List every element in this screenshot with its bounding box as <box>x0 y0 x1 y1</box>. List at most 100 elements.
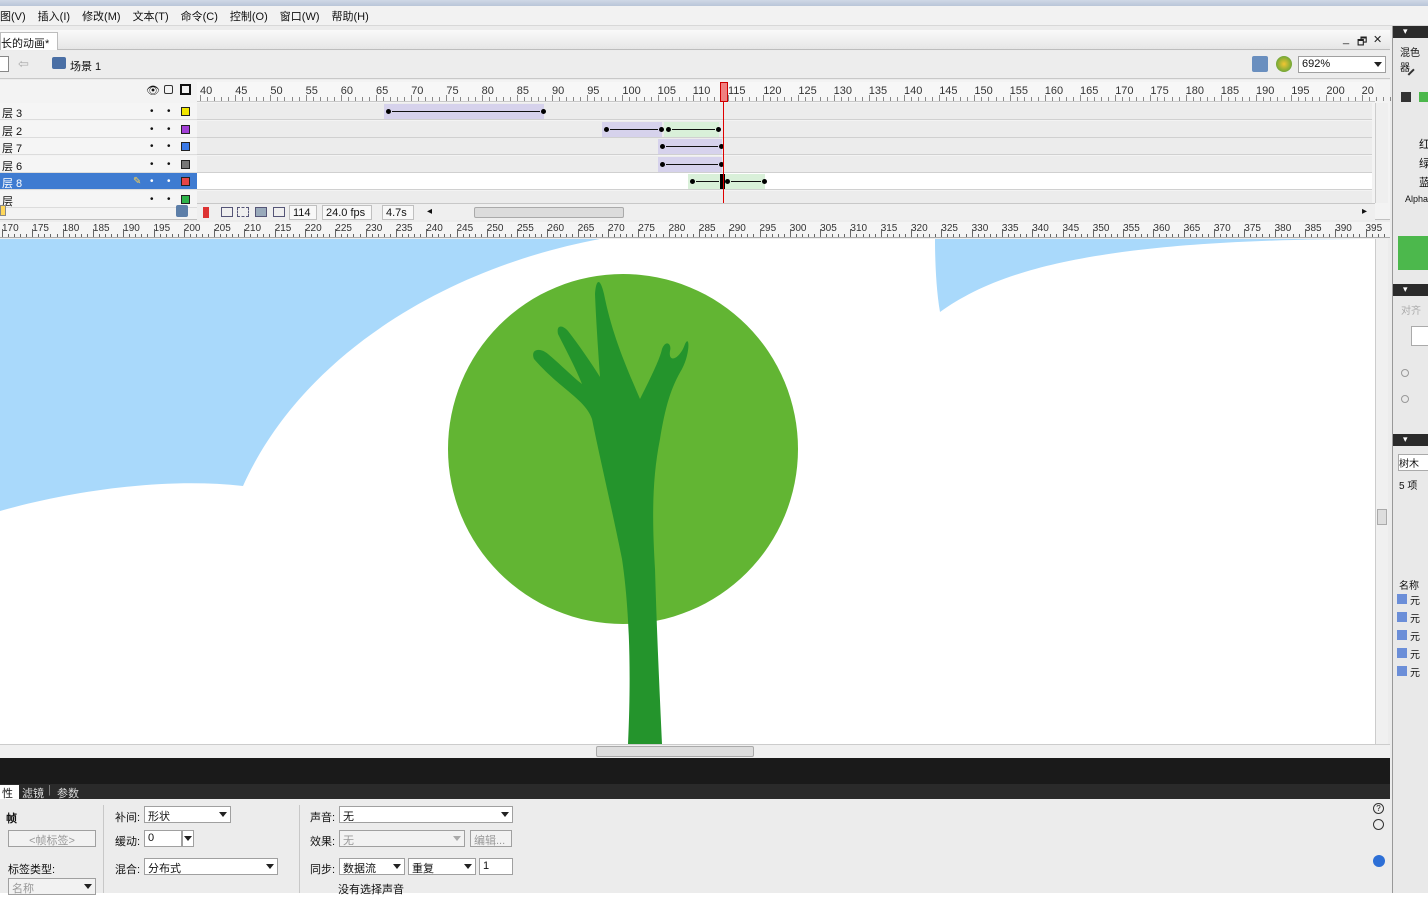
layer-color-swatch[interactable] <box>181 142 190 151</box>
onion-skin-icon[interactable] <box>221 207 233 217</box>
frame-rate[interactable]: 24.0 fps <box>322 205 372 220</box>
layer-toggle-dot[interactable]: • <box>167 124 171 135</box>
layer-frames[interactable] <box>197 121 1372 138</box>
stage-vscroll-thumb[interactable] <box>1377 509 1387 525</box>
timeline-vscroll[interactable] <box>1375 103 1388 203</box>
library-header[interactable]: ▾ <box>1393 434 1428 446</box>
onion-markers-icon[interactable] <box>273 207 285 217</box>
lock-icon[interactable] <box>164 85 173 94</box>
layer-toggle-dot[interactable]: • <box>150 176 154 187</box>
ease-slider-button[interactable] <box>182 830 194 847</box>
layer-row[interactable]: 层 7•• <box>0 138 197 155</box>
stage-hscroll-thumb[interactable] <box>596 746 754 757</box>
layer-row[interactable]: 层•• <box>0 191 197 208</box>
scroll-right-icon[interactable]: ▸ <box>1362 206 1367 217</box>
layer-frames[interactable] <box>197 103 1372 120</box>
layer-color-swatch[interactable] <box>181 107 190 116</box>
timeline-hscroll-thumb[interactable] <box>474 207 624 218</box>
sound-select[interactable]: 无 <box>339 806 513 823</box>
expand-icon[interactable] <box>1373 819 1384 830</box>
layer-row[interactable]: 层 2•• <box>0 121 197 138</box>
restore-icon[interactable]: 🗗 <box>1357 33 1367 52</box>
close-icon[interactable]: ✕ <box>1373 33 1382 46</box>
radio-icon[interactable] <box>1401 369 1409 377</box>
radio-icon[interactable] <box>1401 395 1409 403</box>
frame-ruler[interactable]: 4045505560657075808590951001051101151201… <box>197 82 1375 102</box>
playhead[interactable] <box>720 82 728 102</box>
menu-control[interactable]: 控制(O) <box>230 8 268 24</box>
ease-input[interactable]: 0 <box>144 830 182 847</box>
layer-frames[interactable] <box>197 138 1372 155</box>
library-item[interactable]: 元 <box>1397 592 1420 607</box>
layer-toggle-dot[interactable]: • <box>167 176 171 187</box>
menu-text[interactable]: 文本(T) <box>133 8 169 24</box>
menu-modify[interactable]: 修改(M) <box>82 8 121 24</box>
effect-select[interactable]: 无 <box>339 830 465 847</box>
layer-row[interactable]: 层 3•• <box>0 103 197 120</box>
layer-toggle-dot[interactable]: • <box>150 124 154 135</box>
align-field[interactable] <box>1411 326 1428 346</box>
layer-toggle-dot[interactable]: • <box>150 106 154 117</box>
layer-toggle-dot[interactable]: • <box>150 141 154 152</box>
library-select[interactable]: 树木原 <box>1398 454 1428 471</box>
keyframe[interactable] <box>386 109 391 114</box>
edit-scene-icon[interactable] <box>1252 56 1268 72</box>
keyframe[interactable] <box>725 179 730 184</box>
minimize-icon[interactable]: _ <box>1343 33 1349 45</box>
menu-insert[interactable]: 插入(I) <box>38 8 70 24</box>
help-icon[interactable]: ? <box>1373 803 1384 814</box>
stage-hscroll[interactable] <box>0 744 1390 758</box>
align-header[interactable]: ▾ <box>1393 284 1428 296</box>
layer-toggle-dot[interactable]: • <box>150 194 154 205</box>
menu-view[interactable]: 图(V) <box>0 8 26 24</box>
edit-sound-button[interactable]: 编辑... <box>470 830 512 847</box>
keyframe[interactable] <box>660 162 665 167</box>
keyframe[interactable] <box>690 179 695 184</box>
keyframe[interactable] <box>716 127 721 132</box>
edit-symbol-icon[interactable] <box>1276 56 1292 72</box>
onion-outline-icon[interactable] <box>237 207 249 217</box>
layer-color-swatch[interactable] <box>181 160 190 169</box>
layer-row[interactable]: 层 6•• <box>0 156 197 173</box>
library-item[interactable]: 元 <box>1397 646 1420 661</box>
keyframe[interactable] <box>762 179 767 184</box>
frame-label-input[interactable]: <帧标签> <box>8 830 96 847</box>
sync-select[interactable]: 数据流 <box>339 858 405 875</box>
layer-row[interactable]: 层 8✎•• <box>0 173 197 190</box>
blend-select[interactable]: 分布式 <box>144 858 278 875</box>
layer-toggle-dot[interactable]: • <box>167 141 171 152</box>
scroll-left-icon[interactable]: ◂ <box>427 206 432 217</box>
keyframe[interactable] <box>541 109 546 114</box>
library-item[interactable]: 元 <box>1397 664 1420 679</box>
fill-color-icon[interactable] <box>1401 92 1411 102</box>
layer-toggle-dot[interactable]: • <box>167 106 171 117</box>
layer-color-swatch[interactable] <box>181 195 190 204</box>
keyframe[interactable] <box>660 144 665 149</box>
layer-toggle-dot[interactable]: • <box>167 194 171 205</box>
accessibility-icon[interactable] <box>1373 855 1385 867</box>
library-item[interactable]: 元 <box>1397 610 1420 625</box>
eye-icon[interactable]: 👁 <box>146 84 160 97</box>
layer-frames[interactable] <box>197 156 1372 173</box>
back-arrow-icon[interactable]: ⇦ <box>18 56 29 72</box>
menu-help[interactable]: 帮助(H) <box>332 8 369 24</box>
tween-select[interactable]: 形状 <box>144 806 231 823</box>
label-type-select[interactable]: 名称 <box>8 878 96 895</box>
library-item[interactable]: 元 <box>1397 628 1420 643</box>
keyframe[interactable] <box>666 127 671 132</box>
menu-window[interactable]: 窗口(W) <box>280 8 320 24</box>
repeat-select[interactable]: 重复 <box>408 858 476 875</box>
outline-icon[interactable] <box>180 84 191 95</box>
layer-color-swatch[interactable] <box>181 177 190 186</box>
fill-swatch[interactable] <box>1419 92 1428 102</box>
keyframe[interactable] <box>604 127 609 132</box>
timeline-toggle-button[interactable] <box>0 56 9 72</box>
repeat-count-input[interactable]: 1 <box>479 858 513 875</box>
edit-multiple-frames-icon[interactable] <box>255 207 267 217</box>
layer-color-swatch[interactable] <box>181 125 190 134</box>
stage-vscroll[interactable] <box>1375 239 1388 744</box>
center-frame-icon[interactable] <box>203 207 209 218</box>
trash-icon[interactable] <box>176 205 188 217</box>
add-layer-icon[interactable] <box>0 205 6 216</box>
document-tab[interactable]: 长的动画* <box>0 32 58 50</box>
